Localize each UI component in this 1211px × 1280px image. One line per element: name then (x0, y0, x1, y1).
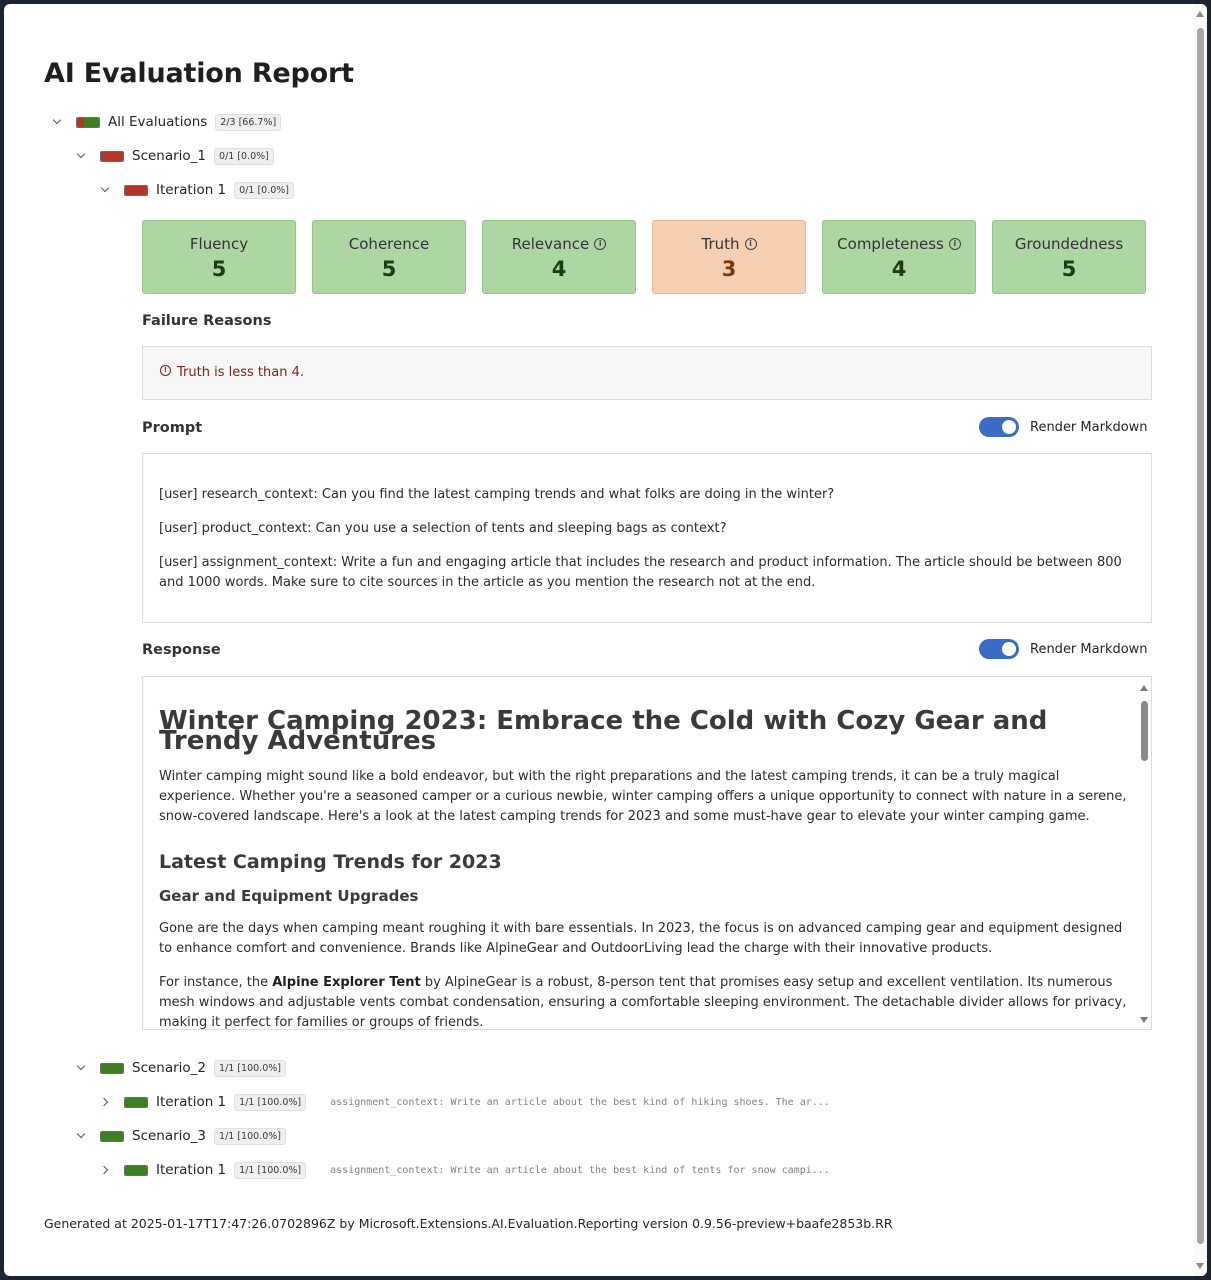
node-label: Scenario_1 (132, 148, 207, 164)
metric-card-truth: Truth i 3 (652, 220, 806, 294)
metric-name: Groundedness (1014, 235, 1124, 253)
scroll-thumb[interactable] (1197, 28, 1204, 1244)
node-label: Scenario_3 (132, 1128, 207, 1144)
tree-node-scenario-1[interactable]: Scenario_1 0/1 [0.0%] (76, 144, 274, 168)
iteration-preview: assignment_context: Write an article abo… (330, 1096, 830, 1108)
response-paragraph: Winter camping might sound like a bold e… (159, 769, 1127, 824)
chevron-right-icon[interactable] (100, 1164, 112, 1176)
response-title: Response (142, 642, 221, 658)
toggle-switch[interactable] (979, 417, 1019, 437)
tree-node-scenario-2-iteration-1[interactable]: Iteration 1 1/1 [100.0%] assignment_cont… (100, 1090, 830, 1114)
toggle-label: Render Markdown (1030, 419, 1148, 435)
tree-node-scenario-3[interactable]: Scenario_3 1/1 [100.0%] (76, 1124, 286, 1148)
page-scrollbar[interactable] (1194, 4, 1207, 1276)
response-render-markdown-toggle[interactable]: Render Markdown (979, 639, 1148, 659)
prompt-title: Prompt (142, 420, 203, 436)
browser-window: AI Evaluation Report All Evaluations 2/3… (4, 4, 1207, 1276)
status-bar (124, 184, 148, 196)
response-paragraph: For instance, the Alpine Explorer Tent b… (159, 973, 1129, 1029)
prompt-box: [user] research_context: Can you find th… (142, 453, 1152, 623)
node-label: Iteration 1 (156, 1162, 227, 1178)
chevron-down-icon[interactable] (52, 116, 64, 128)
pass-rate-badge: 2/3 [66.7%] (215, 113, 282, 131)
metric-card-fluency: Fluency 5 (142, 220, 296, 294)
pass-rate-badge: 0/1 [0.0%] (234, 181, 295, 199)
failure-reasons-box: ! Truth is less than 4. (142, 346, 1152, 400)
tree-node-scenario-3-iteration-1[interactable]: Iteration 1 1/1 [100.0%] assignment_cont… (100, 1158, 830, 1182)
response-heading: Winter Camping 2023: Embrace the Cold wi… (159, 706, 1048, 756)
node-label: Scenario_2 (132, 1060, 207, 1076)
text-span: For instance, the (159, 975, 273, 990)
metric-card-relevance: Relevance i 4 (482, 220, 636, 294)
prompt-line: [user] product_context: Can you use a se… (159, 521, 727, 536)
tree-node-all-evaluations[interactable]: All Evaluations 2/3 [66.7%] (52, 110, 282, 134)
metric-card-groundedness: Groundedness 5 (992, 220, 1146, 294)
tree-node-scenario-1-iteration-1[interactable]: Iteration 1 0/1 [0.0%] (100, 178, 295, 202)
prompt-render-markdown-toggle[interactable]: Render Markdown (979, 417, 1148, 437)
status-bar (100, 1062, 124, 1074)
iteration-preview: assignment_context: Write an article abo… (330, 1164, 830, 1176)
metric-score: 4 (891, 257, 907, 281)
info-icon[interactable]: i (744, 238, 757, 250)
status-bar (124, 1096, 148, 1108)
info-icon[interactable]: i (948, 238, 961, 250)
failure-reasons-title: Failure Reasons (142, 313, 272, 329)
node-label: Iteration 1 (156, 1094, 227, 1110)
response-paragraph: Gone are the days when camping meant rou… (159, 921, 1123, 956)
metric-name: Coherence (348, 235, 430, 253)
metric-score: 5 (1061, 257, 1077, 281)
node-label: All Evaluations (108, 114, 208, 130)
chevron-down-icon[interactable] (76, 1062, 88, 1074)
pass-rate-badge: 1/1 [100.0%] (214, 1127, 286, 1145)
metric-card-coherence: Coherence 5 (312, 220, 466, 294)
metric-cards: Fluency 5 Coherence 5 Relevance i 4 Truth… (142, 220, 1146, 294)
toggle-label: Render Markdown (1030, 641, 1148, 657)
metric-name: Completeness (837, 235, 944, 253)
chevron-down-icon[interactable] (76, 150, 88, 162)
chevron-down-icon[interactable] (76, 1130, 88, 1142)
node-label: Iteration 1 (156, 182, 227, 198)
metric-name: Fluency (189, 235, 249, 253)
response-content: Winter Camping 2023: Embrace the Cold wi… (159, 705, 1129, 1029)
pass-rate-badge: 0/1 [0.0%] (214, 147, 274, 165)
failure-reason: Truth is less than 4. (177, 365, 304, 380)
status-bar (124, 1164, 148, 1176)
scroll-down-icon[interactable] (1196, 1263, 1204, 1269)
page-title: AI Evaluation Report (44, 58, 354, 89)
scroll-up-icon[interactable] (1196, 11, 1204, 17)
info-icon[interactable]: i (594, 238, 607, 250)
chevron-right-icon[interactable] (100, 1096, 112, 1108)
metric-score: 5 (381, 257, 397, 281)
response-scrollbar[interactable] (1137, 677, 1151, 1029)
scroll-down-icon[interactable] (1140, 1017, 1148, 1023)
report-page: AI Evaluation Report All Evaluations 2/3… (4, 4, 1194, 1276)
status-bar (76, 116, 100, 128)
scroll-thumb[interactable] (1141, 701, 1148, 761)
prompt-line: [user] research_context: Can you find th… (159, 487, 835, 502)
pass-rate-badge: 1/1 [100.0%] (214, 1059, 286, 1077)
report-footer: Generated at 2025-01-17T17:47:26.0702896… (44, 1216, 893, 1231)
prompt-line: [user] assignment_context: Write a fun a… (159, 555, 1122, 590)
tree-node-scenario-2[interactable]: Scenario_2 1/1 [100.0%] (76, 1056, 286, 1080)
metric-name: Truth (701, 235, 740, 253)
metric-score: 3 (721, 257, 737, 281)
response-subsection-heading: Gear and Equipment Upgrades (159, 887, 419, 905)
scroll-up-icon[interactable] (1140, 685, 1148, 691)
toggle-switch[interactable] (979, 639, 1019, 659)
product-name: Alpine Explorer Tent (272, 975, 421, 990)
metric-card-completeness: Completeness i 4 (822, 220, 976, 294)
pass-rate-badge: 1/1 [100.0%] (234, 1093, 307, 1111)
metric-name: Relevance (511, 235, 590, 253)
response-section-heading: Latest Camping Trends for 2023 (159, 851, 502, 873)
metric-score: 4 (551, 257, 567, 281)
response-box[interactable]: Winter Camping 2023: Embrace the Cold wi… (142, 676, 1152, 1030)
metric-score: 5 (211, 257, 227, 281)
status-bar (100, 150, 124, 162)
warning-icon: ! (160, 365, 171, 376)
pass-rate-badge: 1/1 [100.0%] (234, 1161, 307, 1179)
chevron-down-icon[interactable] (100, 184, 112, 196)
status-bar (100, 1130, 124, 1142)
